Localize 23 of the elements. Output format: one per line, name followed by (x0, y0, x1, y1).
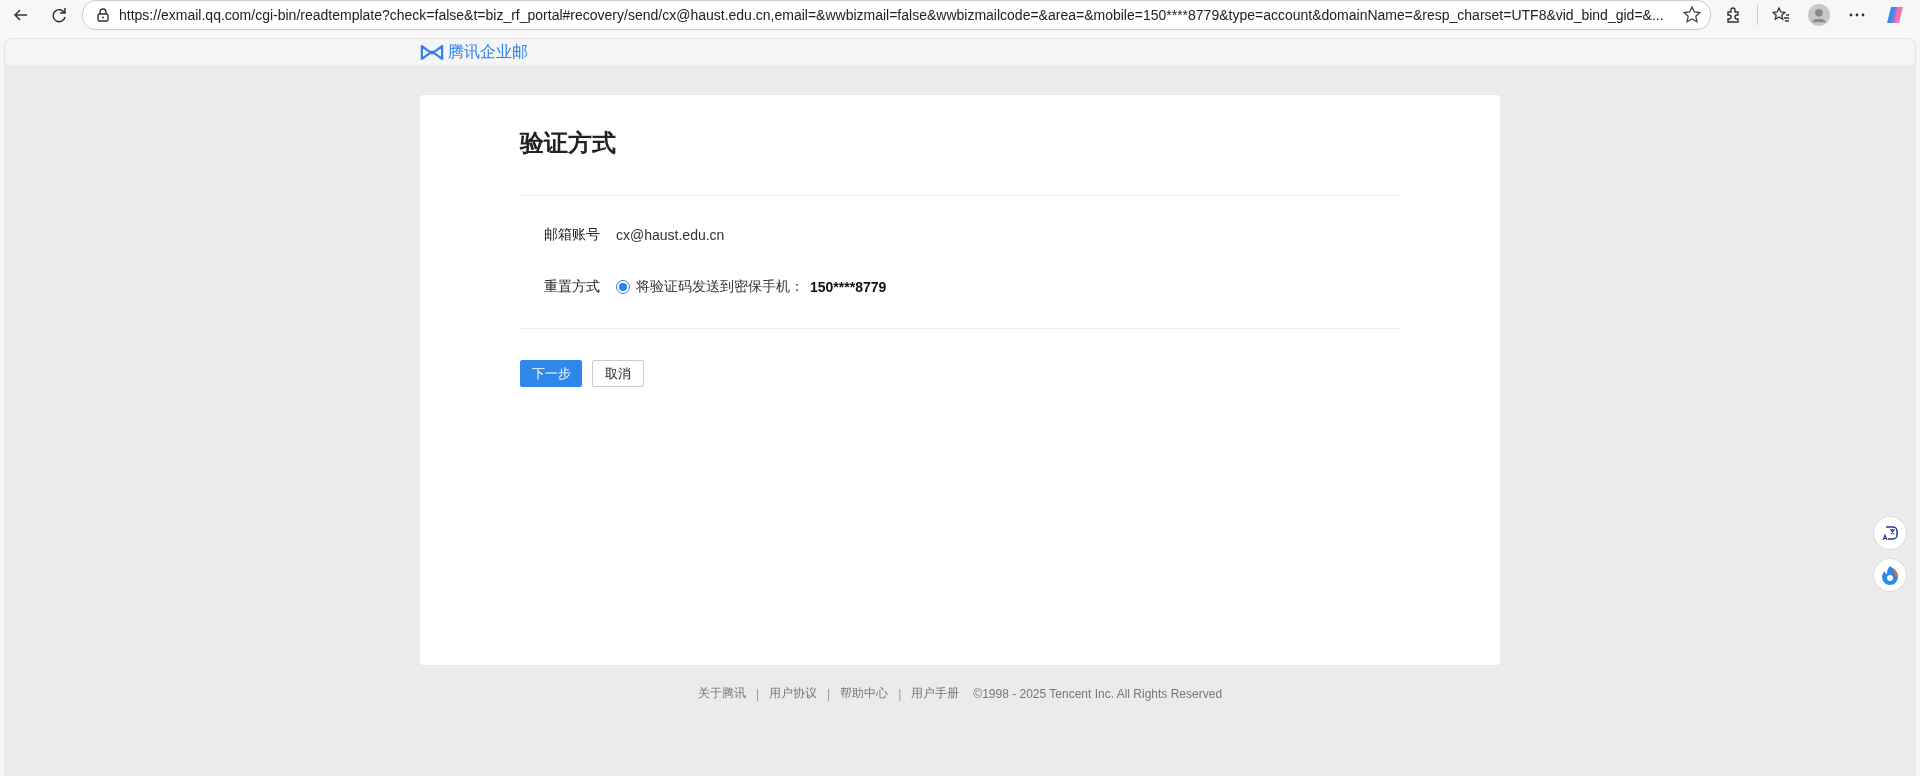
footer-separator: | (826, 686, 832, 701)
logo-icon (420, 43, 444, 61)
address-bar[interactable]: https://exmail.qq.com/cgi-bin/readtemplate?check=false&t=biz_rf_portal#recovery/send/cx@haust.edu.cn,email=&wwbizmail=false&wwbizmailcode=&area=&mobile=150****8779&type=account&domainName=&resp_charset=UTF8&vid_bind_gid=&... (82, 0, 1711, 30)
copyright-text: ©1998 - 2025 Tencent Inc. All Rights Reserved (973, 686, 1223, 701)
footer-separator: | (897, 686, 903, 701)
footer-link[interactable]: 帮助中心 (840, 685, 889, 702)
phone-number: 150****8779 (810, 279, 887, 295)
cancel-button[interactable]: 取消 (592, 360, 644, 387)
next-button[interactable]: 下一步 (520, 360, 582, 387)
field-label: 邮箱账号 (544, 226, 600, 244)
field-label: 重置方式 (544, 278, 600, 296)
star-icon[interactable] (1682, 5, 1702, 25)
flame-logo-icon[interactable] (1874, 559, 1906, 591)
footer-link[interactable]: 用户手册 (911, 685, 960, 702)
footer-link[interactable]: 用户协议 (769, 685, 818, 702)
translate-icon[interactable] (1874, 517, 1906, 549)
field-value: cx@haust.edu.cn (616, 227, 725, 243)
footer-separator: | (754, 686, 761, 701)
brand-name: 腾讯企业邮 (448, 41, 528, 62)
radio-label[interactable]: 将验证码发送到密保手机： (636, 278, 804, 296)
page-title: 验证方式 (520, 128, 617, 158)
footer-link[interactable]: 关于腾讯 (697, 685, 746, 702)
lock-icon[interactable] (95, 5, 111, 25)
